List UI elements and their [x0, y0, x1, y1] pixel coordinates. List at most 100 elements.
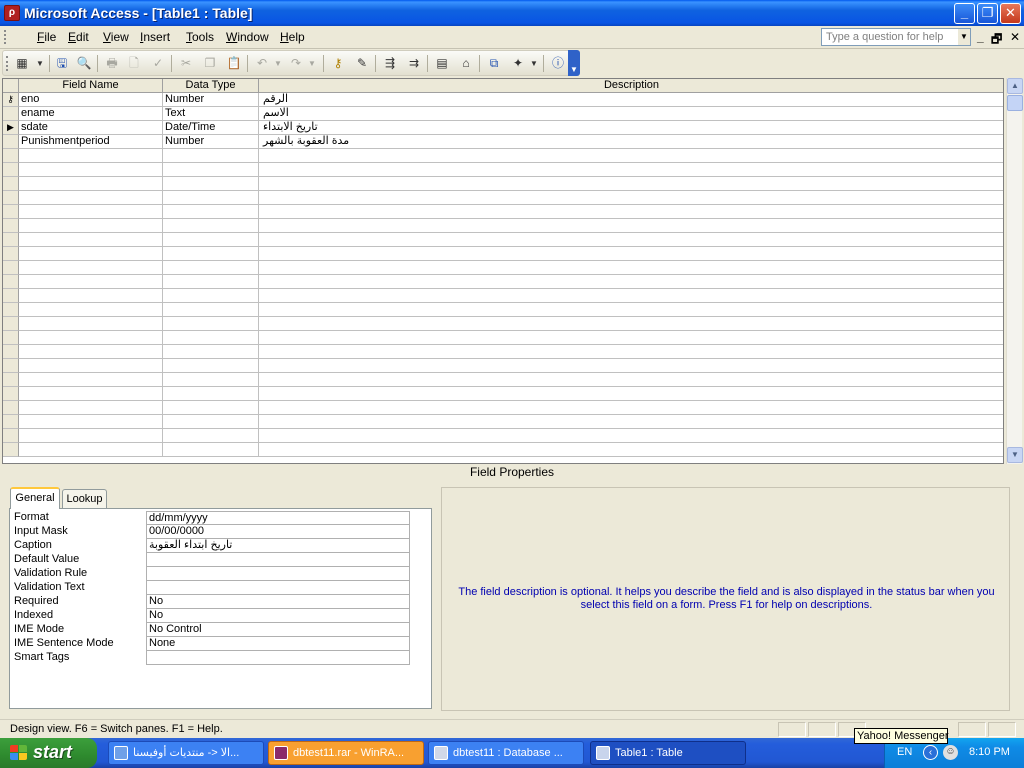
minimize-button[interactable]: _	[954, 3, 975, 24]
redo-dropdown-icon[interactable]: ▼	[303, 55, 321, 72]
menu-grip[interactable]	[4, 30, 7, 44]
data-type-cell[interactable]	[163, 289, 259, 303]
table-row[interactable]	[3, 247, 1003, 261]
field-name-cell[interactable]: sdate	[19, 121, 163, 135]
description-cell[interactable]	[259, 275, 1003, 289]
row-selector[interactable]	[3, 205, 19, 219]
row-selector[interactable]	[3, 177, 19, 191]
messenger-icon[interactable]: ☺	[943, 745, 958, 760]
field-name-cell[interactable]	[19, 387, 163, 401]
description-cell[interactable]	[259, 205, 1003, 219]
data-type-cell[interactable]	[163, 443, 259, 457]
data-type-cell[interactable]: Number	[163, 135, 259, 149]
chevron-down-icon[interactable]: ▼	[958, 29, 970, 45]
property-value-field[interactable]: تاريخ ابتداء العقوبة	[146, 539, 410, 553]
field-name-cell[interactable]: Punishmentperiod	[19, 135, 163, 149]
description-cell[interactable]	[259, 163, 1003, 177]
data-type-cell[interactable]: Text	[163, 107, 259, 121]
row-selector[interactable]	[3, 429, 19, 443]
tab-general[interactable]: General	[10, 487, 60, 509]
description-cell[interactable]	[259, 373, 1003, 387]
row-selector[interactable]	[3, 359, 19, 373]
description-cell[interactable]	[259, 191, 1003, 205]
data-type-cell[interactable]	[163, 191, 259, 205]
field-name-cell[interactable]	[19, 401, 163, 415]
language-indicator[interactable]: EN	[897, 746, 912, 758]
table-row[interactable]	[3, 359, 1003, 373]
property-value-field[interactable]: dd/mm/yyyy	[146, 511, 410, 525]
row-selector[interactable]	[3, 387, 19, 401]
scroll-up-icon[interactable]: ▲	[1007, 78, 1023, 94]
data-type-cell[interactable]	[163, 219, 259, 233]
undo-dropdown-icon[interactable]: ▼	[269, 55, 287, 72]
new-object-dropdown-icon[interactable]: ▼	[525, 55, 543, 72]
field-name-cell[interactable]	[19, 163, 163, 177]
description-cell[interactable]	[259, 303, 1003, 317]
table-row[interactable]	[3, 415, 1003, 429]
menu-file[interactable]: File	[37, 30, 56, 44]
row-selector[interactable]	[3, 261, 19, 275]
description-cell[interactable]	[259, 177, 1003, 191]
description-cell[interactable]	[259, 387, 1003, 401]
description-cell[interactable]	[259, 149, 1003, 163]
menu-window[interactable]: Window	[226, 30, 269, 44]
menu-insert[interactable]: Insert	[140, 30, 170, 44]
field-name-cell[interactable]	[19, 429, 163, 443]
property-value-field[interactable]	[146, 567, 410, 581]
description-cell[interactable]	[259, 247, 1003, 261]
row-selector[interactable]	[3, 107, 19, 121]
table-row[interactable]	[3, 429, 1003, 443]
field-name-cell[interactable]	[19, 191, 163, 205]
row-selector[interactable]	[3, 289, 19, 303]
description-cell[interactable]	[259, 345, 1003, 359]
field-name-cell[interactable]	[19, 149, 163, 163]
print-preview-icon[interactable]: 🗋	[125, 55, 143, 72]
table-row[interactable]	[3, 387, 1003, 401]
field-name-cell[interactable]	[19, 275, 163, 289]
taskbar-item-browser[interactable]: الا <- منتديات أوفيسنا...	[108, 741, 264, 765]
description-cell[interactable]	[259, 443, 1003, 457]
data-type-cell[interactable]	[163, 247, 259, 261]
row-selector[interactable]	[3, 219, 19, 233]
row-selector[interactable]	[3, 317, 19, 331]
description-cell[interactable]	[259, 317, 1003, 331]
property-value-field[interactable]	[146, 581, 410, 595]
row-selector[interactable]	[3, 135, 19, 149]
data-type-cell[interactable]	[163, 387, 259, 401]
cut-icon[interactable]: ✂	[177, 55, 195, 72]
start-button[interactable]: start	[0, 738, 97, 768]
mdi-minimize-button[interactable]: _	[977, 30, 984, 44]
field-name-cell[interactable]	[19, 345, 163, 359]
mdi-close-button[interactable]: ✕	[1010, 30, 1020, 44]
description-cell[interactable]	[259, 233, 1003, 247]
row-selector[interactable]	[3, 415, 19, 429]
field-name-cell[interactable]	[19, 219, 163, 233]
field-name-cell[interactable]	[19, 289, 163, 303]
taskbar-item-database[interactable]: dbtest11 : Database ...	[428, 741, 584, 765]
table-row[interactable]	[3, 401, 1003, 415]
paste-icon[interactable]: 📋	[225, 55, 243, 72]
close-button[interactable]: ✕	[1000, 3, 1021, 24]
view-icon[interactable]: ▦	[13, 55, 31, 72]
field-name-cell[interactable]: ename	[19, 107, 163, 121]
data-type-cell[interactable]	[163, 373, 259, 387]
scroll-down-icon[interactable]: ▼	[1007, 447, 1023, 463]
restore-button[interactable]: ❐	[977, 3, 998, 24]
description-cell[interactable]	[259, 219, 1003, 233]
field-name-cell[interactable]	[19, 247, 163, 261]
taskbar-item-winrar[interactable]: dbtest11.rar - WinRA...	[268, 741, 424, 765]
data-type-cell[interactable]	[163, 177, 259, 191]
data-type-cell[interactable]	[163, 163, 259, 177]
description-cell[interactable]	[259, 261, 1003, 275]
row-selector[interactable]	[3, 443, 19, 457]
description-cell[interactable]	[259, 331, 1003, 345]
field-name-cell[interactable]	[19, 303, 163, 317]
table-row[interactable]: ename Text الاسم	[3, 107, 1003, 121]
toolbar-options-icon[interactable]: ▼	[568, 50, 580, 76]
property-value-field[interactable]	[146, 651, 410, 665]
property-value-field[interactable]: None	[146, 637, 410, 651]
field-name-cell[interactable]: eno	[19, 93, 163, 107]
data-type-cell[interactable]	[163, 345, 259, 359]
table-row[interactable]	[3, 373, 1003, 387]
description-cell[interactable]	[259, 401, 1003, 415]
